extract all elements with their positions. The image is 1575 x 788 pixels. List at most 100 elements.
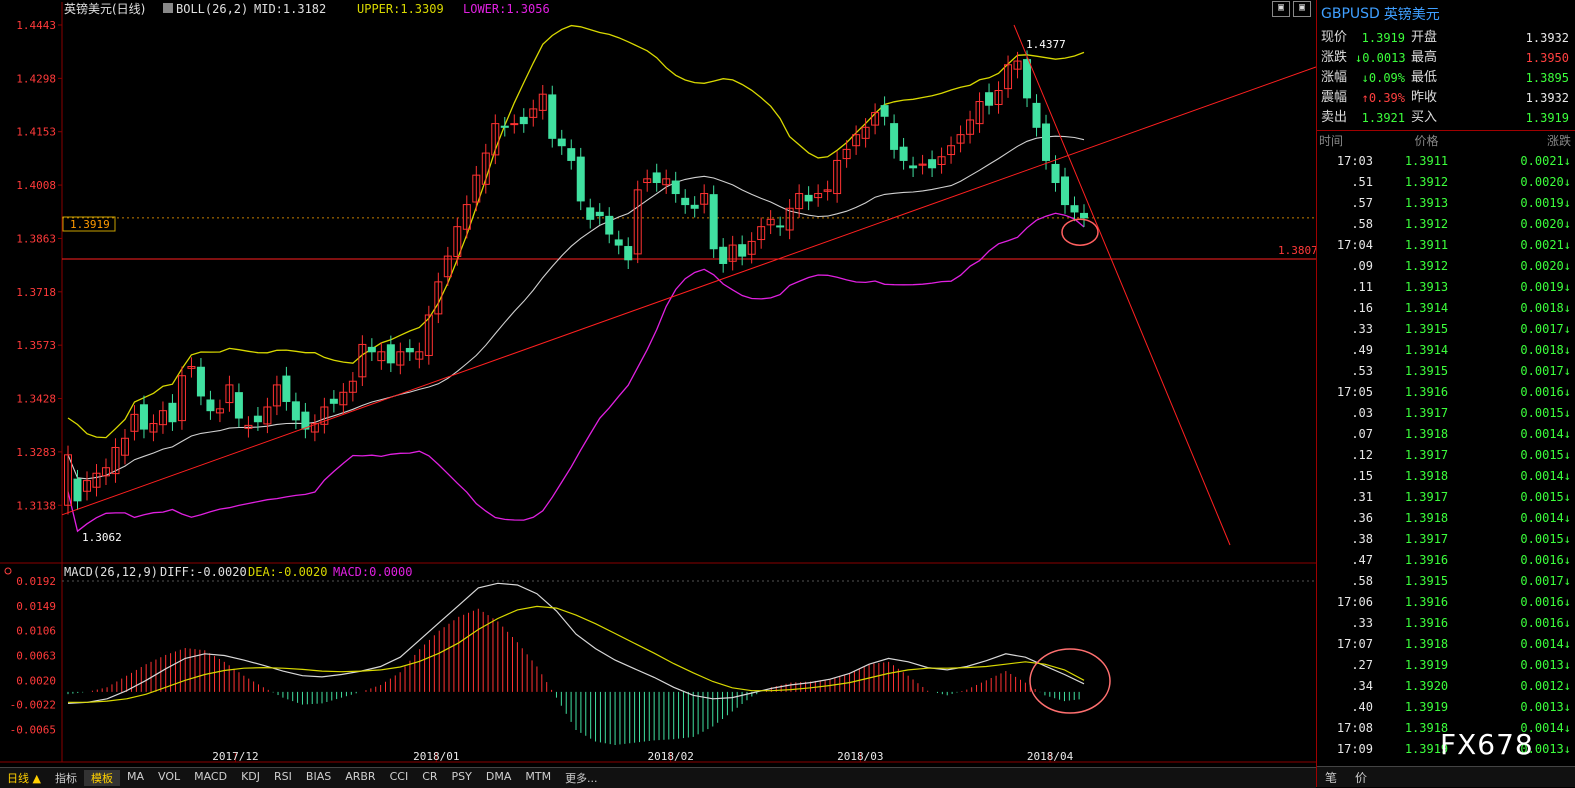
indicator-tab[interactable]: PSY bbox=[445, 770, 479, 786]
quote-value: 1.3919 bbox=[1361, 31, 1405, 45]
candle-body bbox=[1061, 176, 1070, 206]
tick-price: 1.3919 bbox=[1404, 700, 1449, 714]
tick-price: 1.3916 bbox=[1404, 553, 1449, 567]
candle-body bbox=[405, 347, 414, 353]
candle-body bbox=[738, 244, 747, 257]
quote-value: 1.3932 bbox=[1525, 31, 1569, 45]
expand-button[interactable]: ▣ bbox=[1293, 1, 1311, 17]
boll-lower: LOWER:1.3056 bbox=[463, 2, 550, 16]
candle-body bbox=[73, 478, 82, 502]
col-time: 时间 bbox=[1319, 134, 1344, 148]
tick-change: 0.0015↓ bbox=[1520, 448, 1571, 462]
candle-body bbox=[234, 392, 243, 419]
macd-dea: DEA:-0.0020 bbox=[248, 565, 327, 579]
tick-change: 0.0014↓ bbox=[1520, 637, 1571, 651]
indicator-tab[interactable]: KDJ bbox=[234, 770, 267, 786]
candle-body bbox=[985, 92, 994, 106]
tab-price[interactable]: 价 bbox=[1355, 769, 1367, 786]
tick-time: 17:04 bbox=[1336, 238, 1373, 252]
indicator-tab[interactable]: MACD bbox=[187, 770, 234, 786]
panel-bottom-tabs: 笔 价 bbox=[1317, 766, 1575, 787]
y-tick-label: 1.4298 bbox=[16, 72, 56, 85]
tick-time: .33 bbox=[1351, 616, 1373, 630]
quote-row: 涨跌 ↓0.0013 最高 1.3950 bbox=[1317, 48, 1575, 68]
tick-time: .53 bbox=[1351, 364, 1373, 378]
tick-price: 1.3912 bbox=[1404, 217, 1449, 231]
tick-time: .49 bbox=[1351, 343, 1373, 357]
candle-body bbox=[139, 404, 148, 430]
indicator-tab[interactable]: BIAS bbox=[299, 770, 338, 786]
quote-label: 昨收 bbox=[1411, 90, 1438, 105]
tick-change: 0.0013↓ bbox=[1520, 700, 1571, 714]
candle-body bbox=[329, 398, 338, 404]
tick-row: .33 1.3915 0.0017↓ bbox=[1317, 319, 1575, 340]
tick-price: 1.3911 bbox=[1404, 154, 1449, 168]
tick-price: 1.3913 bbox=[1404, 196, 1449, 210]
x-tick-label: 2018/01 bbox=[413, 750, 459, 763]
tick-change: 0.0021↓ bbox=[1520, 238, 1571, 252]
indicator-tab[interactable]: RSI bbox=[267, 770, 299, 786]
panel-header: GBPUSD 英镑美元 bbox=[1317, 0, 1575, 28]
macd-y-tick-label: 0.0192 bbox=[16, 575, 56, 588]
indicator-tab[interactable]: 更多... bbox=[558, 770, 605, 786]
candle-body bbox=[1023, 59, 1032, 99]
indicator-tab[interactable]: CCI bbox=[383, 770, 416, 786]
y-tick-label: 1.3573 bbox=[16, 339, 56, 352]
tick-time: 17:08 bbox=[1336, 721, 1373, 735]
quote-value: ↓0.09% bbox=[1361, 71, 1405, 85]
quote-label: 卖出 bbox=[1321, 110, 1348, 125]
indicator-tab[interactable]: ARBR bbox=[338, 770, 382, 786]
tick-time: .15 bbox=[1351, 469, 1373, 483]
macd-diff: DIFF:-0.0020 bbox=[160, 565, 247, 579]
indicator-tab[interactable]: MTM bbox=[518, 770, 558, 786]
tick-change: 0.0017↓ bbox=[1520, 574, 1571, 588]
tick-row: .15 1.3918 0.0014↓ bbox=[1317, 466, 1575, 487]
tick-price: 1.3913 bbox=[1404, 280, 1449, 294]
tick-row: .16 1.3914 0.0018↓ bbox=[1317, 298, 1575, 319]
shrink-button[interactable]: ▣ bbox=[1272, 1, 1290, 17]
tick-time: .16 bbox=[1351, 301, 1373, 315]
candle-body bbox=[1080, 212, 1088, 219]
y-tick-label: 1.3138 bbox=[16, 499, 56, 512]
tick-change: 0.0021↓ bbox=[1520, 154, 1571, 168]
tick-change: 0.0014↓ bbox=[1520, 427, 1571, 441]
tick-time: .58 bbox=[1351, 574, 1373, 588]
candle-body bbox=[196, 366, 205, 397]
indicator-tab[interactable]: MA bbox=[120, 770, 151, 786]
quote-panel: ▣ ▣ GBPUSD 英镑美元 现价 1.3919 开盘 1.3932 涨跌 ↓0… bbox=[1272, 0, 1575, 787]
price-chart[interactable]: 1.4443 1.4298 1.4153 1.4008 1.3863 1.3718 1.35… bbox=[0, 0, 1316, 787]
tick-table-header: 时间 价格 涨跌 bbox=[1317, 131, 1575, 151]
tab-trades[interactable]: 笔 bbox=[1325, 769, 1337, 786]
indicator-tab[interactable]: DMA bbox=[479, 770, 519, 786]
indicator-icon[interactable] bbox=[163, 3, 173, 13]
tick-price: 1.3915 bbox=[1404, 574, 1449, 588]
tick-time: .34 bbox=[1351, 679, 1373, 693]
tick-price: 1.3914 bbox=[1404, 343, 1449, 357]
candle-body bbox=[928, 159, 937, 169]
candle-body bbox=[899, 146, 908, 161]
tick-row: 17:05 1.3916 0.0016↓ bbox=[1317, 382, 1575, 403]
quote-value: ↑0.39% bbox=[1361, 91, 1405, 105]
macd-y-tick-label: -0.0065 bbox=[10, 723, 56, 736]
candle-body bbox=[291, 401, 300, 421]
tick-change: 0.0013↓ bbox=[1520, 658, 1571, 672]
quote-row: 震幅 ↑0.39% 昨收 1.3932 bbox=[1317, 88, 1575, 108]
period-selector[interactable]: 日线 ▲ bbox=[0, 770, 48, 786]
indicator-tab[interactable]: VOL bbox=[151, 770, 187, 786]
tick-change: 0.0016↓ bbox=[1520, 385, 1571, 399]
candle-body bbox=[253, 415, 262, 423]
x-tick-label: 2017/12 bbox=[212, 750, 258, 763]
quote-label: 买入 bbox=[1411, 110, 1438, 125]
tick-time: 17:07 bbox=[1336, 637, 1373, 651]
tick-price: 1.3916 bbox=[1404, 616, 1449, 630]
tick-time: .51 bbox=[1351, 175, 1373, 189]
tick-change: 0.0012↓ bbox=[1520, 679, 1571, 693]
tick-price: 1.3912 bbox=[1404, 259, 1449, 273]
indicator-tab[interactable]: 模板 bbox=[83, 770, 120, 786]
candle-body bbox=[709, 194, 718, 250]
y-tick-label: 1.3283 bbox=[16, 446, 56, 459]
tick-price: 1.3919 bbox=[1404, 658, 1449, 672]
indicator-tab[interactable]: 指标 bbox=[48, 770, 84, 786]
quote-label: 涨跌 bbox=[1321, 50, 1348, 65]
indicator-tab[interactable]: CR bbox=[415, 770, 444, 786]
